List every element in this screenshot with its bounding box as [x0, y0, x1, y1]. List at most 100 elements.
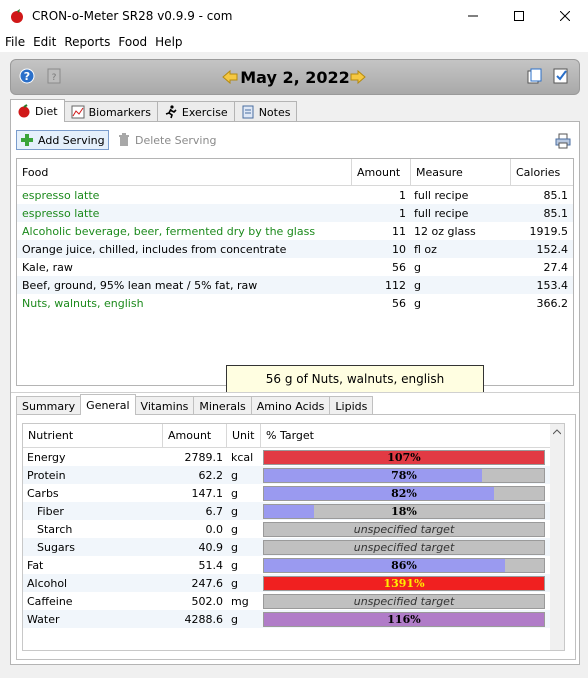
tab-summary[interactable]: Summary [16, 396, 82, 415]
target-bar-cell: 116% [261, 611, 545, 627]
nutrient-amount-cell: 6.7 [205, 504, 224, 518]
column-unit[interactable]: Unit [227, 424, 261, 447]
checklist-icon[interactable] [553, 68, 569, 84]
tab-exercise[interactable]: Exercise [156, 101, 235, 122]
target-bar-cell: unspecified target [261, 521, 545, 537]
nutrient-name-cell: Energy [27, 450, 66, 464]
copy-day-icon[interactable] [527, 68, 543, 84]
food-table: Food Amount Measure Calories espresso la… [16, 158, 574, 393]
menu-file[interactable]: File [2, 35, 28, 49]
food-name-cell: Beef, ground, 95% lean meat / 5% fat, ra… [22, 278, 258, 292]
target-progress-bar: unspecified target [263, 593, 545, 609]
minimize-button[interactable] [450, 0, 496, 31]
tab-diet[interactable]: Diet [10, 99, 65, 122]
nutrient-table-header: Nutrient Amount Unit % Target [23, 424, 564, 448]
food-calories-cell: 27.4 [543, 260, 569, 274]
target-bar-cell: 86% [261, 557, 545, 573]
tab-exercise-label: Exercise [181, 105, 228, 119]
food-amount-cell: 1 [399, 206, 406, 220]
food-name-cell: espresso latte [22, 188, 100, 202]
tab-amino-acids[interactable]: Amino Acids [250, 396, 331, 415]
nutrient-name-cell: Carbs [27, 486, 59, 500]
minimize-icon [468, 15, 478, 16]
food-row[interactable]: Kale, raw 56 g 27.4 [17, 258, 573, 276]
nutrient-row[interactable]: Carbs 147.1 g 82% [23, 484, 564, 502]
food-calories-cell: 366.2 [536, 296, 569, 310]
tab-minerals[interactable]: Minerals [193, 396, 252, 415]
nutrient-row[interactable]: Sugars 40.9 g unspecified target [23, 538, 564, 556]
nutrient-row[interactable]: Starch 0.0 g unspecified target [23, 520, 564, 538]
tab-notes[interactable]: Notes [233, 101, 298, 122]
nutrient-amount-cell: 502.0 [191, 594, 224, 608]
menu-help[interactable]: Help [152, 35, 185, 49]
food-row[interactable]: Beef, ground, 95% lean meat / 5% fat, ra… [17, 276, 573, 294]
column-calories[interactable]: Calories [511, 159, 573, 185]
food-row[interactable]: Nuts, walnuts, english 56 g 366.2 [17, 294, 573, 312]
nutrient-unit-cell: g [231, 558, 238, 572]
target-percent-label: unspecified target [353, 522, 455, 536]
add-serving-button[interactable]: Add Serving [16, 130, 109, 150]
target-progress-bar: 18% [263, 503, 545, 519]
maximize-button[interactable] [496, 0, 542, 31]
column-nutrient[interactable]: Nutrient [23, 424, 163, 447]
target-progress-bar: 78% [263, 467, 545, 483]
general-panel: Nutrient Amount Unit % Target Energy 2789… [16, 414, 576, 660]
nutrient-unit-cell: g [231, 576, 238, 590]
close-button[interactable] [542, 0, 588, 31]
scroll-up-icon[interactable] [553, 429, 561, 435]
column-amount[interactable]: Amount [352, 159, 411, 185]
menu-edit[interactable]: Edit [30, 35, 59, 49]
nutrient-amount-cell: 247.6 [191, 576, 224, 590]
menu-reports[interactable]: Reports [61, 35, 113, 49]
food-calories-cell: 85.1 [543, 188, 569, 202]
nutrient-row[interactable]: Protein 62.2 g 78% [23, 466, 564, 484]
nutrient-row[interactable]: Alcohol 247.6 g 1391% [23, 574, 564, 592]
nutrient-name-cell: Starch [37, 522, 73, 536]
nutrient-row[interactable]: Fiber 6.7 g 18% [23, 502, 564, 520]
target-progress-bar: 86% [263, 557, 545, 573]
food-amount-cell: 56 [392, 296, 406, 310]
food-name-cell: Orange juice, chilled, includes from con… [22, 242, 287, 256]
tab-lipids[interactable]: Lipids [329, 396, 374, 415]
print-icon[interactable] [555, 133, 571, 149]
delete-serving-button[interactable]: Delete Serving [115, 130, 219, 150]
nutrient-amount-cell: 51.4 [198, 558, 224, 572]
nutrient-row[interactable]: Caffeine 502.0 mg unspecified target [23, 592, 564, 610]
tab-biomarkers[interactable]: Biomarkers [63, 101, 158, 122]
food-name-cell: Nuts, walnuts, english [22, 296, 144, 310]
column-measure[interactable]: Measure [411, 159, 511, 185]
tab-vitamins[interactable]: Vitamins [134, 396, 195, 415]
food-row[interactable]: espresso latte 1 full recipe 85.1 [17, 204, 573, 222]
tab-biomarkers-label: Biomarkers [88, 105, 151, 119]
food-calories-cell: 1919.5 [529, 224, 569, 238]
target-bar-cell: 1391% [261, 575, 545, 591]
food-amount-cell: 10 [392, 242, 406, 256]
menu-food[interactable]: Food [115, 35, 150, 49]
nutrient-row[interactable]: Fat 51.4 g 86% [23, 556, 564, 574]
diet-panel: Add Serving Delete Serving Food Amount M… [10, 121, 580, 665]
column-nutrient-amount[interactable]: Amount [163, 424, 227, 447]
nutrient-row[interactable]: Water 4288.6 g 116% [23, 610, 564, 628]
nutrient-unit-cell: g [231, 504, 238, 518]
trash-icon [119, 133, 129, 146]
food-name-cell: Kale, raw [22, 260, 73, 274]
nutrient-scrollbar[interactable] [550, 424, 564, 650]
next-day-arrow-icon[interactable] [349, 68, 367, 86]
tab-general[interactable]: General [80, 394, 136, 415]
food-row[interactable]: Orange juice, chilled, includes from con… [17, 240, 573, 258]
target-progress-bar: 82% [263, 485, 545, 501]
nutrient-amount-cell: 147.1 [191, 486, 224, 500]
column-percent-target[interactable]: % Target [261, 424, 551, 447]
food-measure-cell: fl oz [414, 242, 437, 256]
food-row[interactable]: Alcoholic beverage, beer, fermented dry … [17, 222, 573, 240]
apple-icon [18, 104, 30, 118]
current-date[interactable]: May 2, 2022 [11, 68, 579, 87]
food-rows: espresso latte 1 full recipe 85.1 espresso l… [17, 186, 573, 312]
nutrient-row[interactable]: Energy 2789.1 kcal 107% [23, 448, 564, 466]
column-food[interactable]: Food [17, 159, 352, 185]
app-logo-icon [11, 8, 23, 23]
food-row[interactable]: espresso latte 1 full recipe 85.1 [17, 186, 573, 204]
target-percent-label: 78% [391, 468, 417, 482]
nutrient-name-cell: Alcohol [27, 576, 68, 590]
target-progress-bar: unspecified target [263, 539, 545, 555]
